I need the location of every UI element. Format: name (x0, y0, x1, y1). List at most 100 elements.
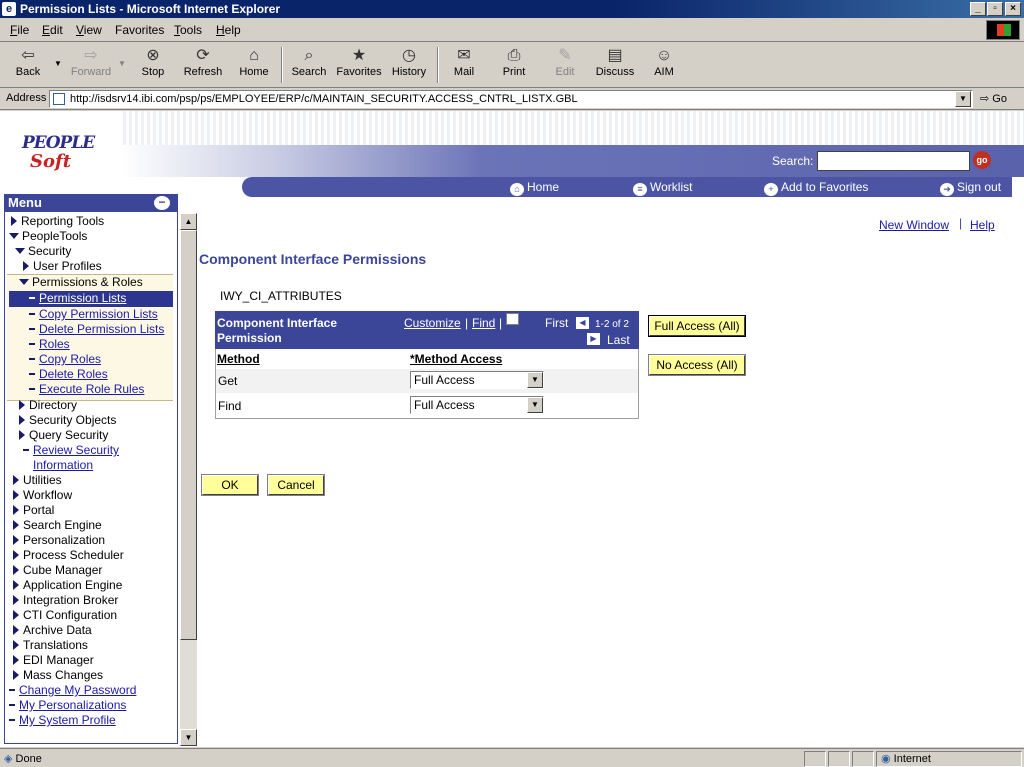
address-input[interactable]: http://isdsrv14.ibi.com/psp/ps/EMPLOYEE/… (49, 90, 973, 108)
forward-dropdown-icon[interactable]: ▼ (118, 59, 126, 68)
address-dropdown-icon[interactable]: ▼ (955, 91, 971, 107)
menu-roles[interactable]: Roles (29, 337, 70, 351)
add-favorites-icon: + (764, 183, 778, 196)
menu-cti-configuration[interactable]: CTI Configuration (13, 608, 117, 622)
component-interface-name: IWY_CI_ATTRIBUTES (220, 289, 342, 303)
menu-change-password[interactable]: Change My Password (9, 683, 136, 697)
menu-integration-broker[interactable]: Integration Broker (13, 593, 118, 607)
globe-icon: ◉ (881, 753, 891, 765)
menu-workflow[interactable]: Workflow (13, 488, 72, 502)
go-search-button[interactable]: go (973, 151, 991, 169)
search-input[interactable] (817, 151, 970, 171)
menu-security[interactable]: Security (15, 244, 71, 258)
forward-button[interactable]: ⇨ Forward (66, 46, 116, 86)
menu-review-security-cont[interactable]: Information (33, 458, 93, 472)
security-zone: ◉ Internet (876, 751, 1022, 767)
menu-reporting-tools[interactable]: Reporting Tools (11, 214, 104, 228)
nav-add-favorites-link[interactable]: + Add to Favorites (764, 180, 868, 196)
col-method-access[interactable]: *Method Access (410, 352, 502, 366)
menu-mass-changes[interactable]: Mass Changes (13, 668, 103, 682)
method-access-select[interactable]: Full Access ▼ (410, 371, 544, 389)
history-button[interactable]: ◷ History (388, 46, 430, 86)
download-grid-icon[interactable] (506, 313, 519, 325)
menu-delete-permission-lists[interactable]: Delete Permission Lists (29, 322, 164, 336)
menu-cube-manager[interactable]: Cube Manager (13, 563, 102, 577)
menu-edi-manager[interactable]: EDI Manager (13, 653, 94, 667)
stop-icon: ⊗ (146, 47, 160, 64)
next-arrow-icon[interactable]: ▶ (587, 333, 600, 345)
method-access-select[interactable]: Full Access ▼ (410, 396, 544, 414)
close-button[interactable]: × (1005, 2, 1021, 16)
search-icon: ⌕ (304, 47, 314, 64)
menu-search-engine[interactable]: Search Engine (13, 518, 102, 532)
menu-edit[interactable]: Edit (42, 23, 63, 37)
find-link[interactable]: Find (472, 316, 495, 330)
dropdown-arrow-icon[interactable]: ▼ (527, 372, 543, 388)
no-access-all-button[interactable]: No Access (All) (648, 354, 746, 376)
back-button[interactable]: ⇦ Back (6, 46, 50, 86)
discuss-button[interactable]: ▤ Discuss (592, 46, 638, 86)
peoplesoft-logo[interactable]: PEOPLE Soft (22, 133, 95, 177)
menu-execute-role-rules[interactable]: Execute Role Rules (29, 382, 144, 396)
new-window-link[interactable]: New Window (879, 218, 949, 232)
menu-peopletools[interactable]: PeopleTools (9, 229, 87, 243)
minimize-button[interactable]: _ (970, 2, 986, 16)
menu-my-system-profile[interactable]: My System Profile (9, 713, 116, 727)
menu-portal[interactable]: Portal (13, 503, 54, 517)
menu-scrollbar[interactable]: ▲ ▼ (180, 213, 197, 746)
customize-link[interactable]: Customize (404, 316, 461, 330)
edit-button[interactable]: ✎ Edit (545, 46, 585, 86)
menu-directory[interactable]: Directory (19, 398, 77, 412)
menu-copy-roles[interactable]: Copy Roles (29, 352, 101, 366)
menu-collapse-icon[interactable]: − (154, 196, 170, 210)
help-link[interactable]: Help (970, 218, 995, 232)
menu-personalization[interactable]: Personalization (13, 533, 105, 547)
dropdown-arrow-icon[interactable]: ▼ (527, 397, 543, 413)
menu-user-profiles[interactable]: User Profiles (23, 259, 102, 273)
menu-archive-data[interactable]: Archive Data (13, 623, 92, 637)
menu-security-objects[interactable]: Security Objects (19, 413, 116, 427)
favorites-button[interactable]: ★ Favorites (334, 46, 384, 86)
go-button[interactable]: ⇨ Go (980, 92, 1007, 105)
menu-my-personalizations[interactable]: My Personalizations (9, 698, 126, 712)
first-label[interactable]: First (545, 316, 568, 330)
nav-home-link[interactable]: ⌂ Home (510, 180, 559, 196)
stop-button[interactable]: ⊗ Stop (134, 46, 172, 86)
mail-button[interactable]: ✉ Mail (444, 46, 484, 86)
ok-button[interactable]: OK (201, 474, 259, 496)
maximize-button[interactable]: ▫ (987, 2, 1003, 16)
menu-permissions-roles[interactable]: Permissions & Roles (19, 275, 143, 289)
home-button[interactable]: ⌂ Home (234, 46, 274, 86)
back-dropdown-icon[interactable]: ▼ (54, 59, 62, 68)
full-access-all-button[interactable]: Full Access (All) (648, 315, 746, 337)
menu-view[interactable]: View (76, 23, 102, 37)
aim-button[interactable]: ☺ AIM (646, 46, 682, 86)
menu-process-scheduler[interactable]: Process Scheduler (13, 548, 124, 562)
menu-review-security[interactable]: Review Security (23, 443, 119, 457)
menu-translations[interactable]: Translations (13, 638, 88, 652)
scroll-down-icon[interactable]: ▼ (180, 729, 197, 746)
col-method[interactable]: Method (217, 352, 260, 366)
toolbar-separator (437, 47, 439, 83)
menu-copy-permission-lists[interactable]: Copy Permission Lists (29, 307, 158, 321)
menu-favorites[interactable]: Favorites (115, 23, 164, 37)
scroll-thumb[interactable] (180, 230, 197, 640)
scroll-up-icon[interactable]: ▲ (180, 213, 197, 230)
previous-arrow-icon[interactable]: ◀ (576, 317, 589, 329)
menu-file[interactable]: File (10, 23, 29, 37)
menu-tools[interactable]: Tools (174, 23, 202, 37)
refresh-button[interactable]: ⟳ Refresh (180, 46, 226, 86)
menu-permission-lists[interactable]: Permission Lists (29, 291, 126, 305)
cancel-button[interactable]: Cancel (267, 474, 325, 496)
search-button[interactable]: ⌕ Search (288, 46, 330, 86)
grid-title: Component Interface Permission (217, 316, 338, 345)
last-label[interactable]: Last (607, 333, 630, 347)
menu-application-engine[interactable]: Application Engine (13, 578, 122, 592)
menu-delete-roles[interactable]: Delete Roles (29, 367, 108, 381)
nav-signout-link[interactable]: ➜ Sign out (940, 180, 1001, 196)
menu-utilities[interactable]: Utilities (13, 473, 62, 487)
nav-worklist-link[interactable]: ≡ Worklist (633, 180, 692, 196)
menu-query-security[interactable]: Query Security (19, 428, 108, 442)
menu-help[interactable]: Help (216, 23, 241, 37)
print-button[interactable]: ⎙ Print (494, 46, 534, 86)
